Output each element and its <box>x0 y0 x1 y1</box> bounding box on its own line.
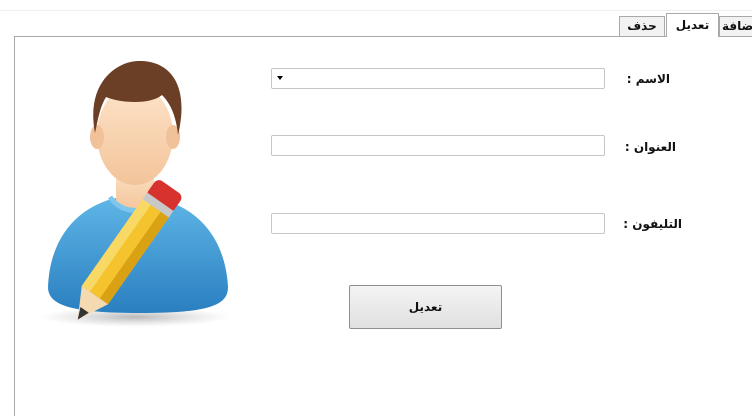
address-input[interactable] <box>271 135 605 156</box>
address-label: العنوان : <box>624 140 676 154</box>
tab-edit[interactable]: تعديل <box>666 13 719 37</box>
edit-submit-button[interactable]: تعديل <box>349 285 502 329</box>
name-combobox[interactable] <box>271 68 605 89</box>
name-label: الاسم : <box>626 72 670 86</box>
tab-add[interactable]: إضافة <box>719 16 752 36</box>
phone-input[interactable] <box>271 213 605 234</box>
phone-label: التليفون : <box>623 217 682 231</box>
dropdown-arrow-icon[interactable] <box>277 76 283 80</box>
user-edit-icon <box>40 60 230 327</box>
tab-delete[interactable]: حذف <box>619 16 665 36</box>
window-top-divider <box>0 10 752 11</box>
